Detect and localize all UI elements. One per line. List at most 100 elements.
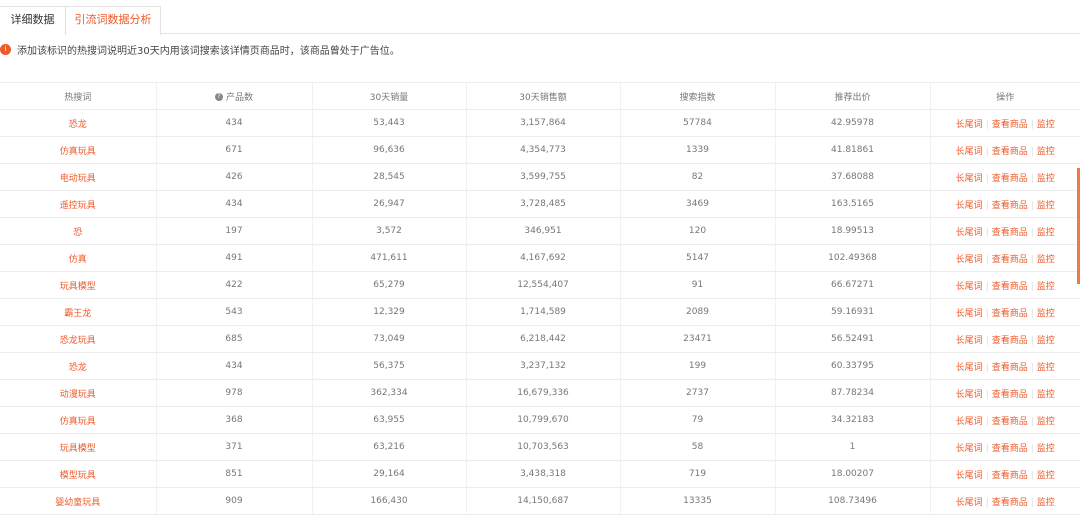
- view-products-link[interactable]: 查看商品: [992, 120, 1028, 130]
- action-divider: |: [985, 173, 989, 184]
- monitor-link[interactable]: 监控: [1037, 498, 1055, 508]
- tab-detail-data[interactable]: 详细数据: [0, 6, 66, 34]
- cell-keyword[interactable]: 仿真玩具: [0, 136, 157, 164]
- cell-keyword[interactable]: 仿真: [0, 244, 157, 272]
- cell-product-count: 671: [156, 136, 313, 164]
- view-products-link[interactable]: 查看商品: [992, 363, 1028, 373]
- cell-keyword[interactable]: 玩具模型: [0, 433, 157, 461]
- monitor-link[interactable]: 监控: [1037, 336, 1055, 346]
- table-row: 恐龙 434 56,375 3,237,132 199 60.33795 长尾词 | 查看商品 |…: [0, 352, 1080, 380]
- view-products-link[interactable]: 查看商品: [992, 336, 1028, 346]
- cell-30d-revenue: 3,438,318: [466, 460, 621, 488]
- action-divider: |: [1030, 389, 1034, 400]
- long-tail-link[interactable]: 长尾词: [956, 201, 983, 211]
- cell-keyword[interactable]: 恐: [0, 217, 157, 245]
- monitor-link[interactable]: 监控: [1037, 228, 1055, 238]
- long-tail-link[interactable]: 长尾词: [956, 444, 983, 454]
- action-divider: |: [985, 497, 989, 508]
- monitor-link[interactable]: 监控: [1037, 147, 1055, 157]
- view-products-link[interactable]: 查看商品: [992, 201, 1028, 211]
- cell-keyword[interactable]: 玩具模型: [0, 271, 157, 299]
- cell-30d-sales: 28,545: [312, 163, 467, 191]
- view-products-link[interactable]: 查看商品: [992, 174, 1028, 184]
- cell-keyword[interactable]: 动漫玩具: [0, 379, 157, 407]
- cell-search-index: 2737: [620, 379, 776, 407]
- cell-30d-sales: 63,216: [312, 433, 467, 461]
- cell-keyword[interactable]: 婴幼童玩具: [0, 487, 157, 515]
- long-tail-link[interactable]: 长尾词: [956, 417, 983, 427]
- cell-product-count: 434: [156, 352, 313, 380]
- view-products-link[interactable]: 查看商品: [992, 309, 1028, 319]
- cell-search-index: 120: [620, 217, 776, 245]
- monitor-link[interactable]: 监控: [1037, 390, 1055, 400]
- long-tail-link[interactable]: 长尾词: [956, 120, 983, 130]
- monitor-link[interactable]: 监控: [1037, 309, 1055, 319]
- cell-actions: 长尾词 | 查看商品 | 监控: [930, 163, 1080, 191]
- cell-30d-revenue: 3,237,132: [466, 352, 621, 380]
- cell-actions: 长尾词 | 查看商品 | 监控: [930, 217, 1080, 245]
- long-tail-link[interactable]: 长尾词: [956, 282, 983, 292]
- cell-30d-sales: 29,164: [312, 460, 467, 488]
- monitor-link[interactable]: 监控: [1037, 120, 1055, 130]
- monitor-link[interactable]: 监控: [1037, 201, 1055, 211]
- long-tail-link[interactable]: 长尾词: [956, 255, 983, 265]
- cell-keyword[interactable]: 恐龙: [0, 352, 157, 380]
- action-divider: |: [1030, 146, 1034, 157]
- table-row: 仿真玩具 368 63,955 10,799,670 79 34.32183 长尾词 | 查看商…: [0, 406, 1080, 434]
- cell-keyword[interactable]: 仿真玩具: [0, 406, 157, 434]
- action-divider: |: [985, 227, 989, 238]
- view-products-link[interactable]: 查看商品: [992, 282, 1028, 292]
- long-tail-link[interactable]: 长尾词: [956, 336, 983, 346]
- cell-product-count: 426: [156, 163, 313, 191]
- action-divider: |: [1030, 443, 1034, 454]
- action-divider: |: [985, 254, 989, 265]
- table-row: 模型玩具 851 29,164 3,438,318 719 18.00207 长尾词 | 查看商…: [0, 460, 1080, 488]
- cell-actions: 长尾词 | 查看商品 | 监控: [930, 244, 1080, 272]
- cell-keyword[interactable]: 恐龙: [0, 109, 157, 137]
- table-row: 电动玩具 426 28,545 3,599,755 82 37.68088 长尾词 | 查看商品…: [0, 163, 1080, 191]
- cell-suggested-bid: 37.68088: [775, 163, 931, 191]
- cell-30d-sales: 53,443: [312, 109, 467, 137]
- long-tail-link[interactable]: 长尾词: [956, 309, 983, 319]
- cell-30d-revenue: 4,354,773: [466, 136, 621, 164]
- long-tail-link[interactable]: 长尾词: [956, 174, 983, 184]
- long-tail-link[interactable]: 长尾词: [956, 147, 983, 157]
- monitor-link[interactable]: 监控: [1037, 255, 1055, 265]
- cell-keyword[interactable]: 遥控玩具: [0, 190, 157, 218]
- monitor-link[interactable]: 监控: [1037, 471, 1055, 481]
- cell-keyword[interactable]: 霸王龙: [0, 298, 157, 326]
- monitor-link[interactable]: 监控: [1037, 363, 1055, 373]
- view-products-link[interactable]: 查看商品: [992, 471, 1028, 481]
- tab-bar: 详细数据 引流词数据分析: [0, 0, 1080, 35]
- table-row: 恐龙玩具 685 73,049 6,218,442 23471 56.52491 长尾词 | 查…: [0, 325, 1080, 353]
- cell-keyword[interactable]: 恐龙玩具: [0, 325, 157, 353]
- monitor-link[interactable]: 监控: [1037, 444, 1055, 454]
- long-tail-link[interactable]: 长尾词: [956, 363, 983, 373]
- cell-30d-sales: 166,430: [312, 487, 467, 515]
- cell-30d-sales: 26,947: [312, 190, 467, 218]
- cell-keyword[interactable]: 电动玩具: [0, 163, 157, 191]
- cell-keyword[interactable]: 模型玩具: [0, 460, 157, 488]
- view-products-link[interactable]: 查看商品: [992, 417, 1028, 427]
- view-products-link[interactable]: 查看商品: [992, 444, 1028, 454]
- long-tail-link[interactable]: 长尾词: [956, 498, 983, 508]
- cell-suggested-bid: 87.78234: [775, 379, 931, 407]
- long-tail-link[interactable]: 长尾词: [956, 390, 983, 400]
- long-tail-link[interactable]: 长尾词: [956, 471, 983, 481]
- long-tail-link[interactable]: 长尾词: [956, 228, 983, 238]
- action-divider: |: [985, 281, 989, 292]
- cell-suggested-bid: 18.00207: [775, 460, 931, 488]
- help-icon[interactable]: ?: [214, 93, 223, 101]
- view-products-link[interactable]: 查看商品: [992, 147, 1028, 157]
- action-divider: |: [1030, 119, 1034, 130]
- action-divider: |: [1030, 254, 1034, 265]
- monitor-link[interactable]: 监控: [1037, 417, 1055, 427]
- action-divider: |: [985, 470, 989, 481]
- view-products-link[interactable]: 查看商品: [992, 498, 1028, 508]
- view-products-link[interactable]: 查看商品: [992, 228, 1028, 238]
- view-products-link[interactable]: 查看商品: [992, 255, 1028, 265]
- monitor-link[interactable]: 监控: [1037, 282, 1055, 292]
- monitor-link[interactable]: 监控: [1037, 174, 1055, 184]
- view-products-link[interactable]: 查看商品: [992, 390, 1028, 400]
- tab-traffic-keyword-analysis[interactable]: 引流词数据分析: [65, 6, 161, 35]
